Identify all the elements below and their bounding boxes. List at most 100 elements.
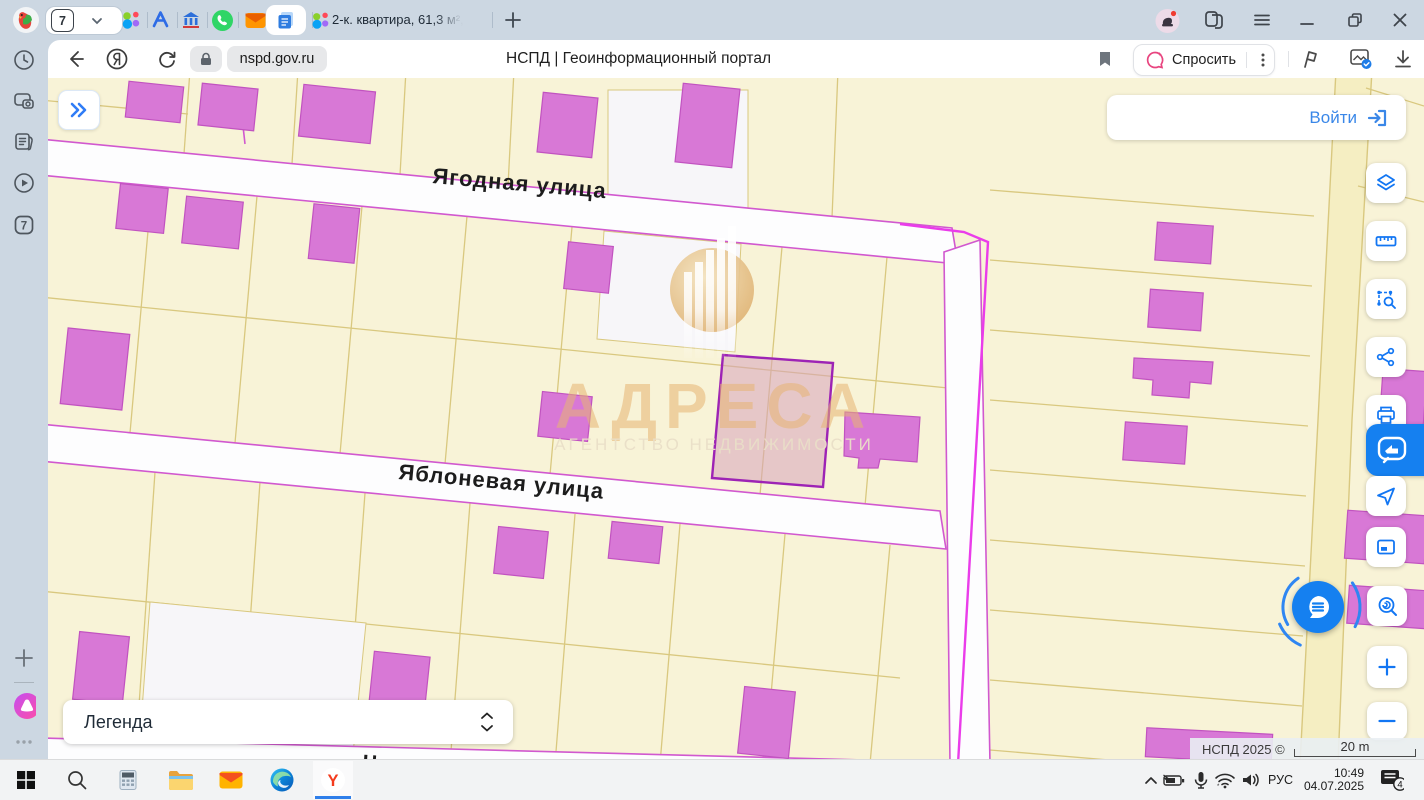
file-explorer-app[interactable] bbox=[167, 767, 193, 793]
mail-app[interactable] bbox=[218, 767, 244, 793]
browser-window: 7 2-к. квартира, 61,3 м², 4/1 bbox=[0, 0, 1424, 800]
pinned-tab-gosuslugi[interactable] bbox=[179, 8, 203, 32]
tray-clock[interactable]: 10:49 04.07.2025 bbox=[1296, 767, 1364, 793]
screenshot-button[interactable] bbox=[1348, 47, 1372, 71]
extensions-button[interactable] bbox=[1298, 47, 1322, 71]
tray-volume[interactable] bbox=[1238, 767, 1264, 793]
tray-battery[interactable] bbox=[1161, 767, 1187, 793]
zoom-out-button[interactable] bbox=[1367, 702, 1407, 740]
calculator-app[interactable] bbox=[115, 767, 141, 793]
building bbox=[182, 196, 244, 249]
legend-panel[interactable]: Легенда bbox=[63, 700, 513, 744]
watermark-bar bbox=[695, 262, 703, 358]
building bbox=[1123, 422, 1187, 464]
area-search-tool-button[interactable] bbox=[1366, 279, 1406, 319]
menu-button[interactable] bbox=[1248, 6, 1276, 34]
alice-button[interactable] bbox=[12, 694, 36, 718]
address-bar[interactable]: nspd.gov.ru bbox=[227, 46, 327, 72]
yandex-search-button[interactable] bbox=[105, 47, 129, 71]
feed-button[interactable] bbox=[12, 130, 36, 154]
url-text: nspd.gov.ru bbox=[240, 51, 315, 67]
alice-icon bbox=[12, 691, 36, 721]
divider bbox=[1246, 52, 1247, 68]
screenshot-tool-button[interactable] bbox=[12, 89, 36, 113]
mini-map-icon bbox=[1374, 535, 1398, 559]
calculator-icon bbox=[116, 768, 140, 792]
building bbox=[125, 81, 183, 123]
pinned-tab-whatsapp[interactable] bbox=[210, 8, 234, 32]
minus-icon bbox=[1376, 710, 1398, 732]
profile-avatar[interactable] bbox=[12, 6, 40, 34]
chevron-down-icon[interactable] bbox=[90, 14, 104, 28]
map-viewport[interactable]: Ягодная улицаЯблоневая улицаЦветочная ул… bbox=[48, 78, 1424, 760]
video-button[interactable] bbox=[12, 171, 36, 195]
svg-text:*: * bbox=[1217, 784, 1220, 789]
ask-ai-button[interactable]: Спросить bbox=[1133, 44, 1275, 76]
download-button[interactable] bbox=[1391, 47, 1415, 71]
chat-button[interactable] bbox=[1292, 581, 1344, 633]
refresh-button[interactable] bbox=[155, 47, 179, 71]
plus-icon bbox=[503, 10, 523, 30]
speaker-icon bbox=[1240, 771, 1262, 789]
yandex-browser-app[interactable]: Y bbox=[320, 767, 346, 793]
pinned-tab-avito[interactable] bbox=[119, 8, 143, 32]
mini-map-tool-button[interactable] bbox=[1366, 527, 1406, 567]
more-vertical-icon[interactable] bbox=[1253, 50, 1273, 70]
notification-icon: 4 bbox=[1378, 767, 1404, 793]
tray-microphone[interactable] bbox=[1188, 767, 1214, 793]
microphone-icon bbox=[1192, 770, 1210, 790]
recorder-indicator[interactable] bbox=[1153, 6, 1181, 34]
tray-wifi[interactable]: * bbox=[1212, 767, 1238, 793]
tab-title[interactable]: 2-к. квартира, 61,3 м², 4/1 bbox=[332, 12, 463, 27]
share-tool-button[interactable] bbox=[1366, 337, 1406, 377]
watermark-bar bbox=[684, 272, 692, 358]
assistant-tool-button[interactable] bbox=[1366, 424, 1424, 476]
minimize-button[interactable] bbox=[1293, 6, 1321, 34]
close-button[interactable] bbox=[1386, 6, 1414, 34]
sidebar-more-button[interactable] bbox=[12, 730, 36, 754]
active-tab-nspd[interactable] bbox=[266, 5, 306, 35]
divider bbox=[14, 682, 34, 683]
tab-panel-button[interactable] bbox=[1200, 6, 1228, 34]
notification-center-button[interactable]: 4 bbox=[1378, 767, 1404, 793]
inactive-tab-favicon[interactable] bbox=[308, 8, 332, 32]
page-title: НСПД | Геоинформационный портал bbox=[506, 50, 771, 68]
sidebar-add-button[interactable] bbox=[12, 646, 36, 670]
battery-icon bbox=[1162, 771, 1186, 789]
scale-label: 20 m bbox=[1294, 739, 1416, 754]
tab-count-button[interactable]: 7 bbox=[12, 213, 36, 237]
building bbox=[1155, 222, 1214, 264]
taskbar-search-button[interactable] bbox=[64, 767, 90, 793]
zoom-in-button[interactable] bbox=[1367, 646, 1407, 688]
login-bar[interactable]: Войти bbox=[1107, 95, 1406, 140]
hamburger-icon bbox=[1251, 9, 1273, 31]
collapse-chevrons-icon[interactable] bbox=[479, 711, 495, 733]
new-tab-button[interactable] bbox=[501, 8, 525, 32]
language-indicator[interactable]: РУС bbox=[1268, 773, 1293, 787]
layers-icon bbox=[1374, 171, 1398, 195]
edge-app[interactable] bbox=[269, 767, 295, 793]
coordinate-search-tool-button[interactable] bbox=[1367, 586, 1407, 626]
edge-icon bbox=[269, 767, 295, 793]
locate-tool-button[interactable] bbox=[1366, 476, 1406, 516]
ruler-icon bbox=[1374, 229, 1398, 253]
chat-bubble-icon bbox=[1303, 592, 1333, 622]
measure-tool-button[interactable] bbox=[1366, 221, 1406, 261]
ask-label: Спросить bbox=[1172, 52, 1236, 68]
share-icon bbox=[1374, 345, 1398, 369]
back-button[interactable] bbox=[63, 47, 87, 71]
history-button[interactable] bbox=[12, 48, 36, 72]
tab-counter-button[interactable]: 7 bbox=[46, 7, 122, 34]
watermark-subtitle: АГЕНТСТВО НЕДВИЖИМОСТИ bbox=[554, 435, 874, 454]
building bbox=[608, 521, 663, 563]
site-security-button[interactable] bbox=[190, 46, 222, 72]
watermark-title: АДРЕСА bbox=[555, 370, 873, 442]
map-canvas[interactable]: Ягодная улицаЯблоневая улицаЦветочная ул… bbox=[48, 78, 1424, 760]
pinned-tab-mail[interactable] bbox=[243, 8, 267, 32]
restore-button[interactable] bbox=[1341, 6, 1369, 34]
start-button[interactable] bbox=[13, 767, 39, 793]
layers-tool-button[interactable] bbox=[1366, 163, 1406, 203]
pinned-tab-a[interactable] bbox=[149, 8, 173, 32]
bookmark-button[interactable] bbox=[1093, 47, 1117, 71]
expand-panel-button[interactable] bbox=[58, 90, 100, 130]
